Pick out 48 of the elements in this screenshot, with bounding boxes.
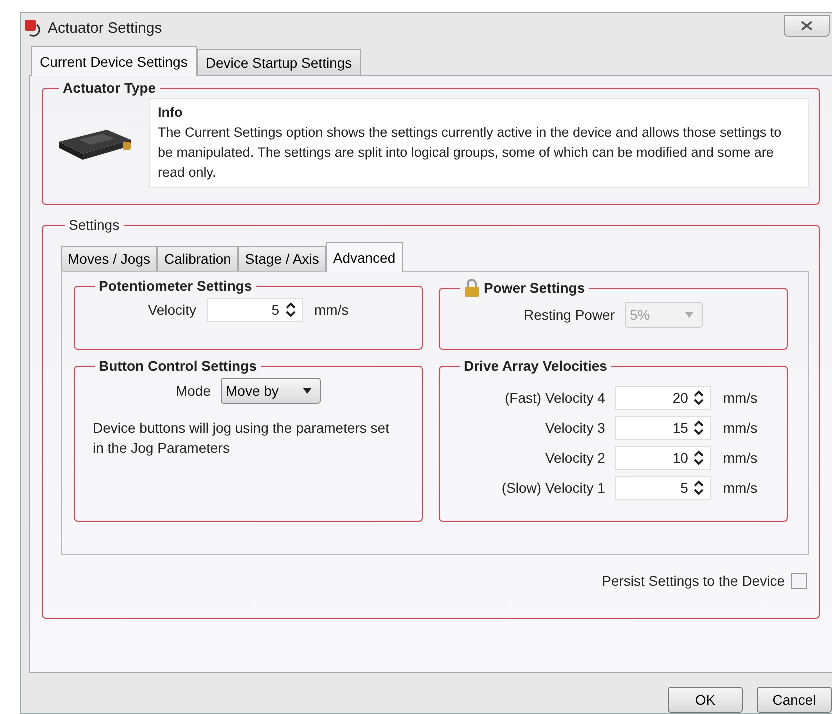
group-title: Drive Array Velocities	[463, 358, 608, 374]
spinner-arrows-icon	[694, 450, 704, 466]
field-label: Velocity 2	[544, 450, 606, 466]
velocity-spinbox[interactable]: 10	[615, 446, 712, 470]
unit-label: mm/s	[723, 480, 758, 496]
group-title: Actuator Type	[62, 80, 158, 96]
description-text: Device buttons will jog using the parameters set in the Jog Parameters	[93, 419, 390, 458]
field-label: Resting Power	[524, 307, 616, 323]
tab[interactable]: Calibration	[157, 246, 238, 271]
group-title: Power Settings	[484, 280, 586, 296]
unit-label: mm/s	[723, 450, 758, 466]
tab[interactable]: Device Startup Settings	[196, 49, 362, 75]
dialog-button[interactable]: OK	[668, 687, 743, 713]
field-label: Velocity 3	[544, 420, 606, 436]
close-button[interactable]	[784, 15, 830, 37]
tab[interactable]: Stage / Axis	[238, 246, 326, 271]
spinner-arrows-icon	[286, 302, 296, 318]
group-title: Settings	[68, 217, 121, 233]
checkbox-label: Persist Settings to the Device	[602, 573, 785, 589]
unit-label: mm/s	[314, 302, 349, 318]
field-label: Velocity	[148, 302, 197, 318]
unit-label: mm/s	[723, 390, 758, 406]
velocity-spinbox[interactable]: 5	[615, 476, 712, 500]
spinner-arrows-icon	[694, 390, 704, 406]
velocity-spinbox[interactable]: 15	[615, 416, 712, 440]
spinner-arrows-icon	[694, 480, 704, 496]
tab[interactable]: Moves / Jogs	[61, 246, 158, 271]
dialog-button[interactable]: Cancel	[757, 687, 832, 713]
group-title: Potentiometer Settings	[98, 278, 254, 294]
tab[interactable]: Advanced	[326, 242, 403, 272]
close-icon	[801, 21, 813, 31]
info-title: Info	[158, 104, 184, 122]
velocity-spinbox[interactable]: 5	[206, 298, 303, 322]
caret-icon	[303, 388, 312, 394]
window-title: Actuator Settings	[48, 20, 162, 36]
group-title: Button Control Settings	[98, 358, 258, 374]
app-icon	[24, 19, 42, 37]
info-text: The Current Settings option shows the settings currently active in the device and allows those settings to be manipulated. The settings are split into logical groups, some of which can be modified and some are read only.	[158, 124, 783, 182]
field-label: (Slow) Velocity 1	[500, 480, 606, 496]
unit-label: mm/s	[723, 420, 758, 436]
caret-icon	[685, 312, 694, 318]
checkbox[interactable]	[791, 573, 807, 589]
field-label: Mode	[176, 383, 212, 399]
field-label: (Fast) Velocity 4	[504, 390, 606, 406]
velocity-spinbox[interactable]: 20	[615, 386, 712, 410]
mode-dropdown[interactable]: Move by	[221, 378, 322, 404]
tab[interactable]: Current Device Settings	[31, 46, 197, 76]
spinner-arrows-icon	[694, 420, 704, 436]
